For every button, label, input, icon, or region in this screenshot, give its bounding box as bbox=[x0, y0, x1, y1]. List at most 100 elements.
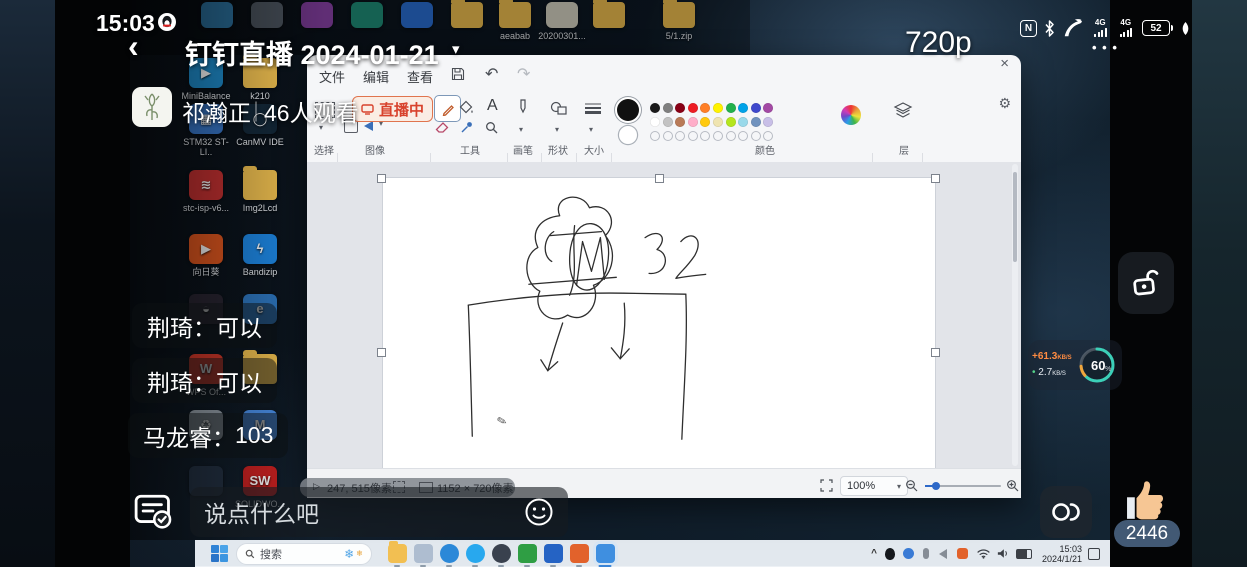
color-swatch[interactable] bbox=[650, 103, 660, 113]
tray-orange-icon[interactable] bbox=[957, 548, 968, 559]
taskbar-app-green-app[interactable] bbox=[518, 544, 537, 563]
canvas-handle[interactable] bbox=[931, 348, 940, 357]
edit-colors-wheel-icon[interactable] bbox=[841, 105, 861, 125]
shapes-caret-icon[interactable]: ▾ bbox=[555, 125, 559, 134]
scrollbar-thumb[interactable] bbox=[1013, 172, 1017, 262]
magnifier-tool-icon[interactable] bbox=[485, 121, 498, 134]
color-swatch[interactable] bbox=[763, 117, 773, 127]
eyedropper-icon[interactable] bbox=[460, 121, 473, 134]
brush-caret-icon[interactable]: ▾ bbox=[519, 125, 523, 134]
zoom-slider-thumb[interactable] bbox=[932, 482, 940, 490]
brush-icon[interactable] bbox=[517, 99, 529, 117]
vertical-scrollbar[interactable] bbox=[1012, 164, 1018, 466]
tray-speaker-icon[interactable] bbox=[939, 549, 947, 559]
size-caret-icon[interactable]: ▾ bbox=[589, 125, 593, 134]
title-caret-icon[interactable]: ▾ bbox=[452, 40, 460, 58]
rotation-lock-button[interactable] bbox=[1118, 252, 1174, 314]
message-input[interactable]: 说点什么吧 bbox=[190, 487, 568, 537]
thumbs-up-icon[interactable] bbox=[1120, 474, 1172, 524]
color-swatch[interactable] bbox=[688, 117, 698, 127]
color-swatch[interactable] bbox=[713, 117, 723, 127]
size-icon[interactable] bbox=[584, 102, 602, 114]
color-swatch[interactable] bbox=[650, 117, 660, 127]
taskbar-app-whale-app[interactable] bbox=[466, 544, 485, 563]
canvas-handle[interactable] bbox=[655, 174, 664, 183]
paint-canvas[interactable]: ✎ bbox=[383, 178, 935, 468]
notification-center-icon[interactable] bbox=[1088, 548, 1100, 560]
redo-icon[interactable]: ↷ bbox=[517, 64, 530, 84]
volume-icon[interactable] bbox=[997, 548, 1009, 559]
shapes-icon[interactable] bbox=[550, 101, 568, 116]
empty-color-slot[interactable] bbox=[763, 131, 773, 141]
fill-bucket-icon[interactable] bbox=[459, 100, 474, 115]
color-swatch[interactable] bbox=[713, 103, 723, 113]
color-swatch[interactable] bbox=[738, 117, 748, 127]
zoom-out-icon[interactable] bbox=[905, 479, 918, 492]
wifi-icon[interactable] bbox=[977, 548, 990, 559]
rotate-icon[interactable] bbox=[364, 121, 373, 131]
tray-clock[interactable]: 15:03 2024/1/21 bbox=[1042, 544, 1082, 564]
more-options-dots[interactable]: • • • bbox=[1092, 40, 1118, 55]
streamer-avatar[interactable] bbox=[132, 87, 172, 127]
canvas-handle[interactable] bbox=[377, 174, 386, 183]
empty-color-slot[interactable] bbox=[650, 131, 660, 141]
window-close-button[interactable]: × bbox=[1000, 55, 1009, 72]
empty-color-slot[interactable] bbox=[751, 131, 761, 141]
color-swatch[interactable] bbox=[675, 117, 685, 127]
pencil-tool-selected[interactable] bbox=[434, 95, 461, 122]
empty-color-slot[interactable] bbox=[726, 131, 736, 141]
quality-badge[interactable]: 720p bbox=[905, 26, 972, 60]
layers-icon[interactable] bbox=[893, 102, 913, 120]
empty-color-slot[interactable] bbox=[700, 131, 710, 141]
zoom-slider-track[interactable] bbox=[925, 485, 1001, 487]
taskbar-app-calculator[interactable] bbox=[414, 544, 433, 563]
tray-mic-icon[interactable] bbox=[923, 548, 929, 559]
color-swatch[interactable] bbox=[700, 117, 710, 127]
text-tool[interactable]: A bbox=[487, 97, 498, 115]
share-button[interactable] bbox=[1040, 486, 1092, 538]
chat-message[interactable]: 马龙睿：103 bbox=[128, 413, 288, 458]
color-swatch[interactable] bbox=[751, 103, 761, 113]
undo-icon[interactable]: ↶ bbox=[485, 64, 498, 84]
empty-color-slot[interactable] bbox=[675, 131, 685, 141]
taskbar-app-globe-app[interactable] bbox=[492, 544, 511, 563]
emoji-icon[interactable] bbox=[524, 497, 554, 527]
zoom-level-dropdown[interactable]: 100% ▾ bbox=[840, 476, 908, 496]
taskbar-app-orange-app[interactable] bbox=[570, 544, 589, 563]
canvas-handle[interactable] bbox=[377, 348, 386, 357]
taskbar-app-blue-app[interactable] bbox=[544, 544, 563, 563]
empty-color-slot[interactable] bbox=[738, 131, 748, 141]
color-swatch[interactable] bbox=[663, 103, 673, 113]
eraser-icon[interactable] bbox=[435, 122, 449, 134]
taskbar-app-paint-active[interactable] bbox=[596, 544, 615, 563]
empty-color-slot[interactable] bbox=[688, 131, 698, 141]
tray-blue-icon[interactable] bbox=[903, 548, 914, 559]
color-swatch[interactable] bbox=[726, 103, 736, 113]
empty-color-slot[interactable] bbox=[713, 131, 723, 141]
color-swatch[interactable] bbox=[675, 103, 685, 113]
color-swatch[interactable] bbox=[663, 117, 673, 127]
canvas-handle[interactable] bbox=[931, 174, 940, 183]
comment-toggle-icon[interactable] bbox=[133, 492, 173, 530]
chat-message[interactable]: 荆琦：可以 bbox=[132, 358, 277, 403]
taskbar-app-file-explorer[interactable] bbox=[388, 544, 407, 563]
color-swatch[interactable] bbox=[700, 103, 710, 113]
chat-message[interactable]: 荆琦：可以 bbox=[132, 303, 277, 348]
back-icon[interactable]: ‹ bbox=[128, 28, 139, 65]
tray-battery-icon[interactable] bbox=[1016, 549, 1032, 559]
taskbar-app-edge-browser[interactable] bbox=[440, 544, 459, 563]
fit-to-screen-icon[interactable] bbox=[820, 479, 833, 492]
start-button[interactable] bbox=[211, 545, 228, 562]
empty-color-slot[interactable] bbox=[663, 131, 673, 141]
color-swatch[interactable] bbox=[738, 103, 748, 113]
tray-qq-icon[interactable] bbox=[885, 548, 895, 560]
tray-expand-caret[interactable]: ^ bbox=[871, 548, 877, 559]
zoom-in-icon[interactable] bbox=[1006, 479, 1019, 492]
color-swatch[interactable] bbox=[726, 117, 736, 127]
taskbar-search-input[interactable]: 搜索 ❄ ❄ bbox=[236, 543, 372, 565]
save-icon[interactable] bbox=[451, 67, 465, 81]
color-swatch[interactable] bbox=[688, 103, 698, 113]
color-swatch[interactable] bbox=[751, 117, 761, 127]
color-swatch[interactable] bbox=[763, 103, 773, 113]
primary-color-well[interactable] bbox=[617, 99, 639, 121]
